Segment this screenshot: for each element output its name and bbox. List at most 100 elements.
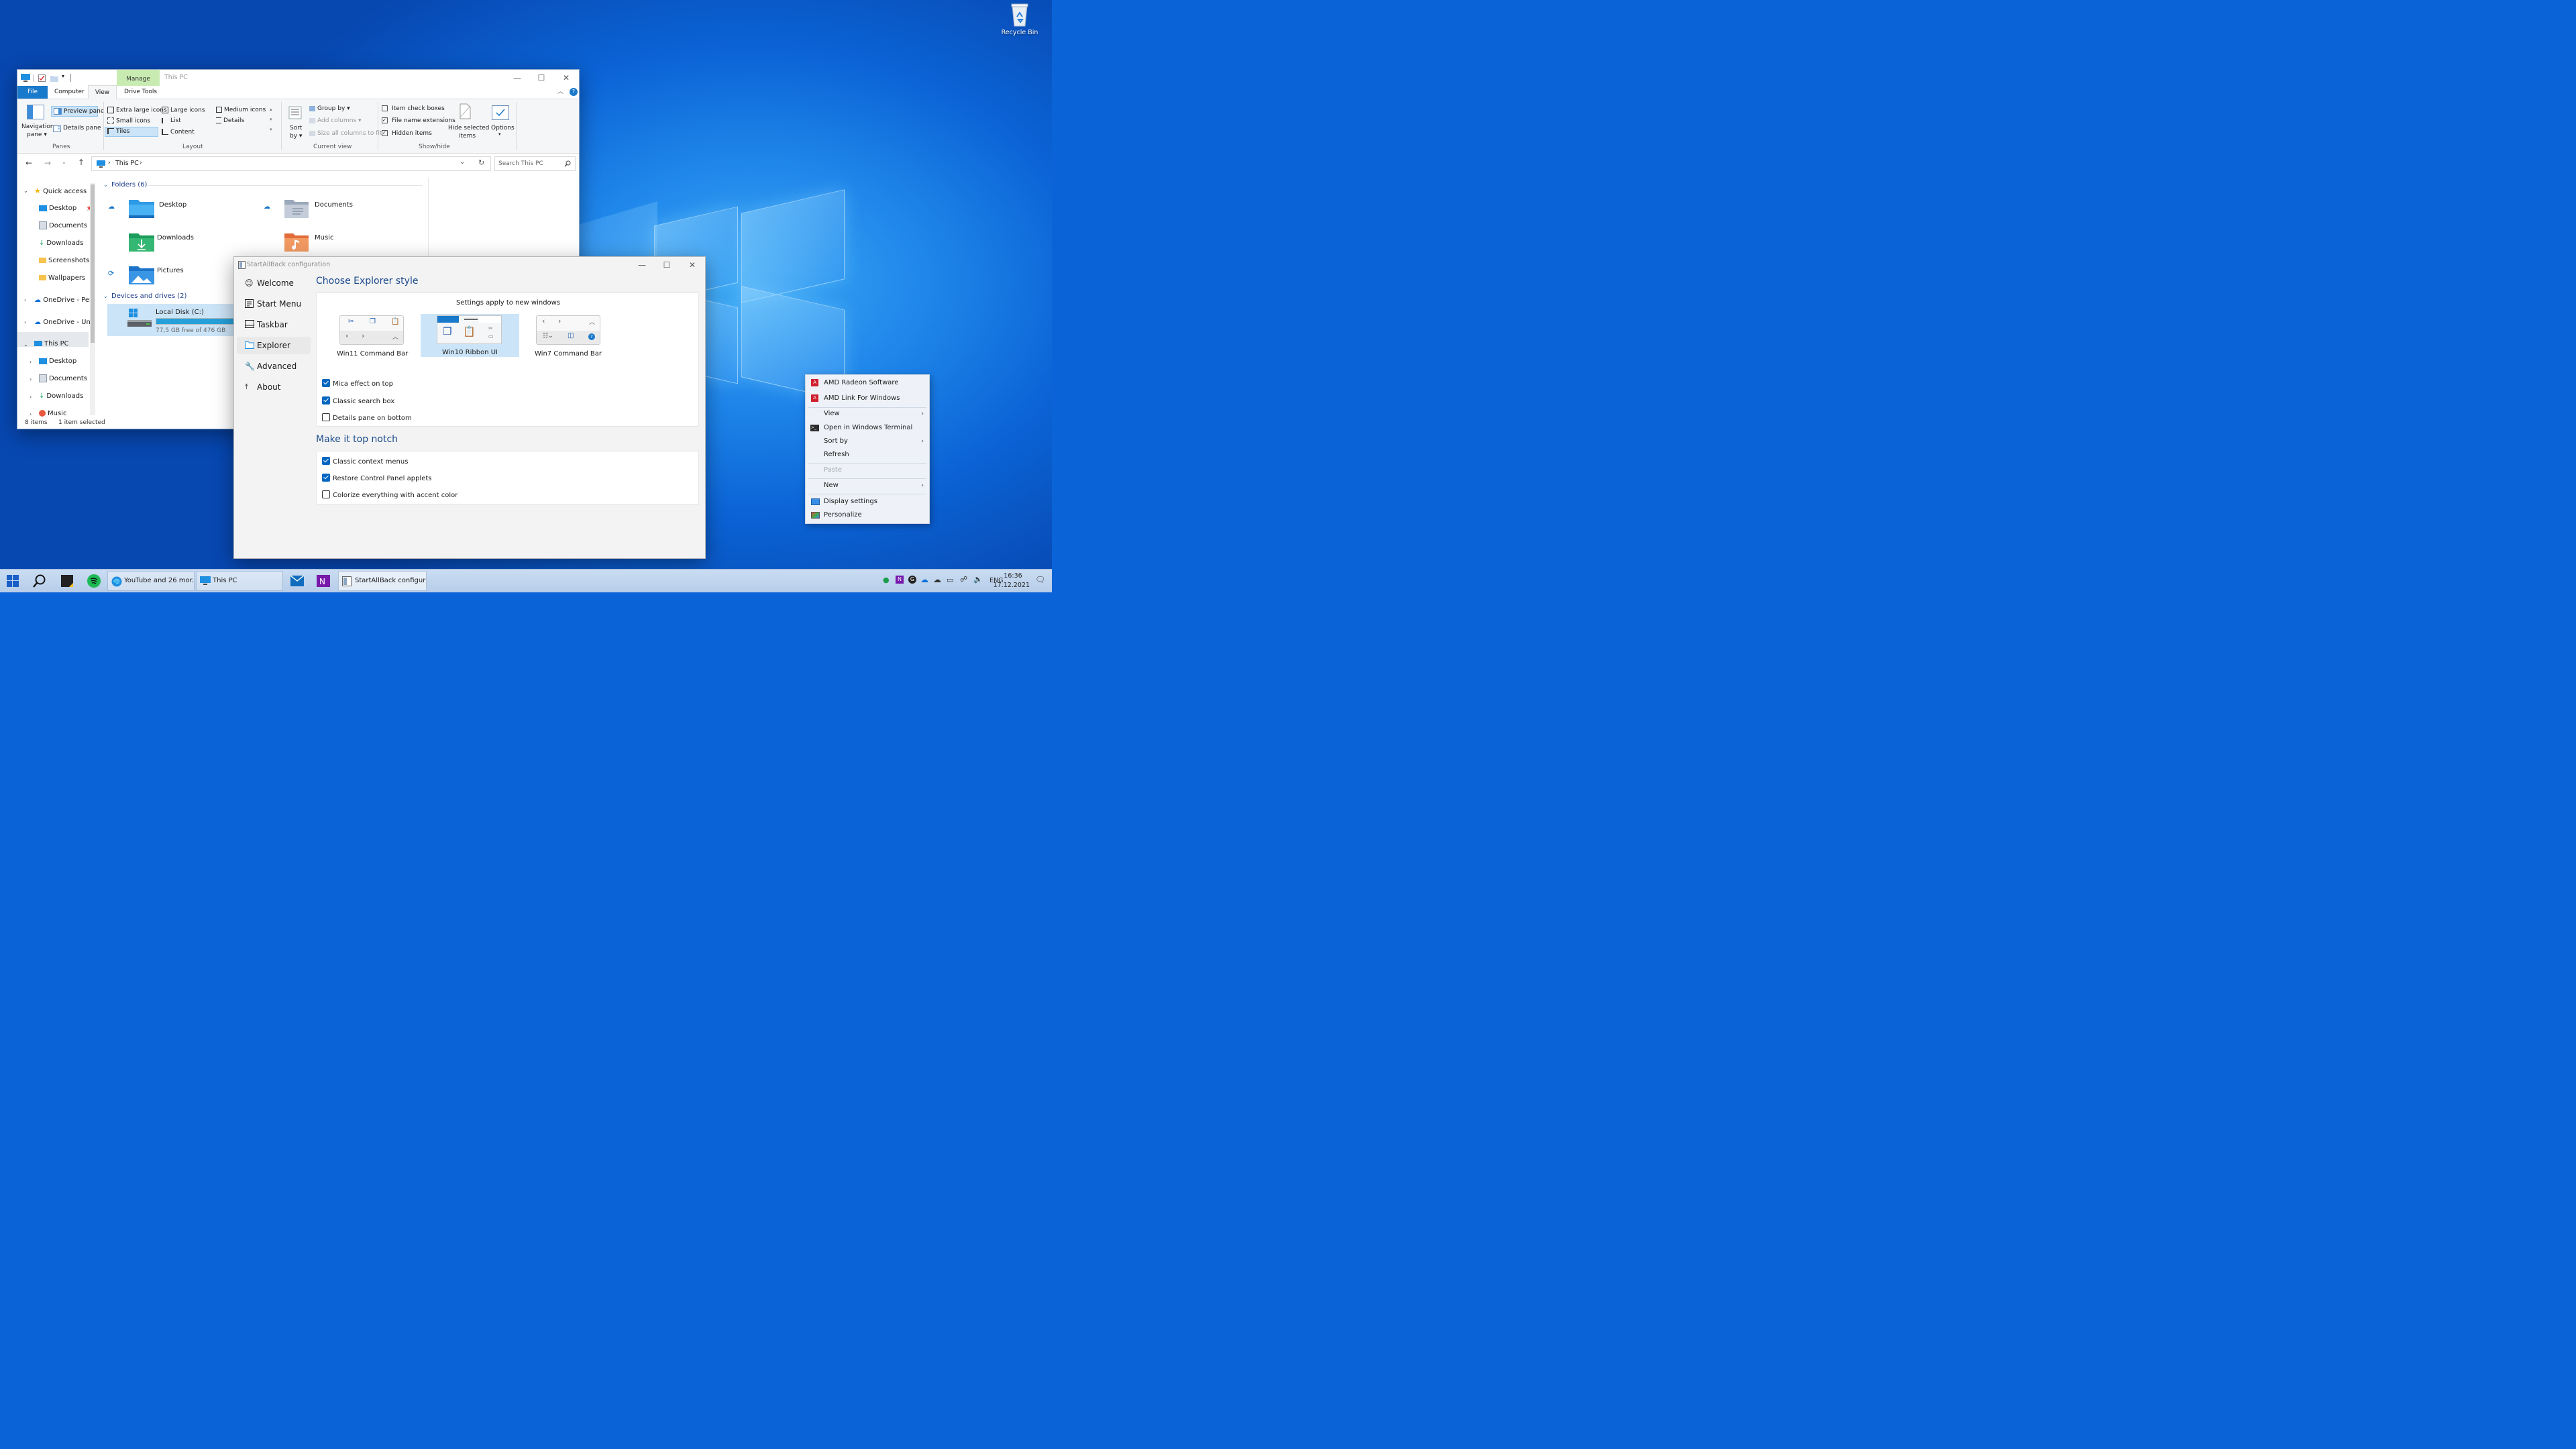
quick-access-toolbar-dropdown[interactable]: ▾ xyxy=(62,73,64,79)
folders-collapse-icon[interactable]: ⌄ xyxy=(103,182,108,188)
breadcrumb-this-pc[interactable]: This PC xyxy=(115,160,139,167)
nav-taskbar[interactable]: Taskbar xyxy=(237,316,311,333)
expand-chevron-icon[interactable]: ⌄ xyxy=(23,188,28,194)
group-by-button[interactable]: Group by ▾ xyxy=(309,105,350,112)
menu-amd-radeon[interactable]: A AMD Radeon Software xyxy=(806,376,929,390)
tray-onedrive-icon[interactable]: ☁ xyxy=(920,575,928,584)
option-classic-context-menus[interactable]: Classic context menus xyxy=(322,457,408,466)
refresh-icon[interactable]: ↻ xyxy=(478,158,484,167)
recycle-bin-shortcut[interactable]: Recycle Bin xyxy=(996,2,1043,36)
layout-list[interactable]: List xyxy=(162,117,181,124)
nav-pane-scrollbar[interactable] xyxy=(90,183,95,415)
checkbox-unchecked-icon[interactable] xyxy=(322,413,330,421)
folders-group-header[interactable]: Folders (6) xyxy=(111,181,147,189)
new-folder-icon[interactable] xyxy=(50,75,58,82)
nav-pc-downloads[interactable]: ↓ Downloads xyxy=(39,390,83,403)
documents-folder-icon[interactable] xyxy=(284,198,309,218)
desktop-folder-icon[interactable] xyxy=(129,198,154,218)
folder-downloads-label[interactable]: Downloads xyxy=(157,234,194,241)
tab-file[interactable]: File xyxy=(17,86,48,99)
nav-about[interactable]: ⤒ About xyxy=(237,378,311,396)
folder-pictures-label[interactable]: Pictures xyxy=(157,267,184,274)
nav-pc-documents[interactable]: Documents xyxy=(39,372,87,386)
taskbar-task-explorer[interactable]: This PC xyxy=(196,571,283,591)
nav-advanced[interactable]: 🔧 Advanced xyxy=(237,358,311,375)
layout-medium-icons[interactable]: Medium icons xyxy=(216,107,266,113)
minimize-button[interactable]: — xyxy=(504,70,530,86)
layout-tiles[interactable]: Tiles xyxy=(105,127,158,137)
menu-personalize[interactable]: Personalize xyxy=(806,508,929,523)
nav-start-menu[interactable]: Start Menu xyxy=(237,295,311,313)
collapse-chevron-icon[interactable]: ⌄ xyxy=(23,341,28,347)
nav-quick-wallpapers[interactable]: Wallpapers xyxy=(39,272,85,285)
folder-documents-label[interactable]: Documents xyxy=(315,201,353,209)
options-icon[interactable] xyxy=(492,105,509,120)
nav-pc-desktop[interactable]: Desktop xyxy=(39,355,76,368)
notification-icon[interactable]: 🗨 xyxy=(1035,575,1045,584)
layout-large-icons[interactable]: Large icons xyxy=(162,107,205,114)
menu-new[interactable]: New › xyxy=(806,478,929,493)
menu-display-settings[interactable]: Display settings xyxy=(806,494,929,509)
address-bar[interactable]: › This PC › ⌄ ↻ xyxy=(91,156,491,171)
add-columns-button[interactable]: Add columns ▾ xyxy=(309,117,362,124)
breadcrumb-chevron-icon[interactable]: › xyxy=(140,160,142,166)
nav-explorer[interactable]: Explorer xyxy=(237,337,311,354)
checkbox-unchecked-icon[interactable] xyxy=(322,490,330,498)
manage-tab[interactable]: Manage xyxy=(117,70,160,86)
tray-network-icon[interactable]: ☍ xyxy=(960,575,967,584)
file-name-extensions-toggle[interactable]: ✓ File name extensions xyxy=(382,117,455,124)
checkbox-checked-icon[interactable] xyxy=(322,379,330,387)
preview-pane-button[interactable]: Preview pane xyxy=(51,106,104,117)
search-icon[interactable] xyxy=(564,160,571,167)
option-colorize-accent[interactable]: Colorize everything with accent color xyxy=(322,490,458,499)
checkbox-checked-icon[interactable] xyxy=(322,474,330,482)
properties-icon[interactable] xyxy=(38,74,46,82)
onenote-icon[interactable]: N xyxy=(317,575,330,594)
spotify-icon[interactable] xyxy=(87,574,101,593)
help-icon[interactable]: ? xyxy=(570,88,578,96)
option-classic-search-box[interactable]: Classic search box xyxy=(322,396,394,405)
nav-this-pc[interactable]: This PC xyxy=(34,337,69,351)
menu-paste[interactable]: Paste xyxy=(806,463,929,478)
tray-clock[interactable]: 16:36 17.12.2021 xyxy=(991,572,1030,590)
nav-pc-music[interactable]: Music xyxy=(39,407,66,419)
item-check-boxes-toggle[interactable]: Item check boxes xyxy=(382,105,445,112)
music-folder-icon[interactable] xyxy=(284,231,309,252)
close-button[interactable]: ✕ xyxy=(553,70,579,86)
minimize-button[interactable]: — xyxy=(629,257,655,273)
style-win10-ribbon[interactable]: ❐ 📋 ✂ ▭ Win10 Ribbon UI xyxy=(421,314,519,357)
folder-desktop-label[interactable]: Desktop xyxy=(159,201,186,209)
expand-chevron-icon[interactable]: › xyxy=(30,359,32,365)
expand-chevron-icon[interactable]: › xyxy=(30,411,32,417)
layout-scroll[interactable]: ▴ ▾ ▾ xyxy=(270,105,272,135)
address-dropdown-icon[interactable]: ⌄ xyxy=(460,158,465,166)
tab-drive-tools[interactable]: Drive Tools xyxy=(124,86,157,99)
tray-battery-icon[interactable]: ▭ xyxy=(947,576,953,584)
close-button[interactable]: ✕ xyxy=(680,257,705,273)
style-win7-command-bar[interactable]: ‹ › ︿ ☷⌄ ◫ ? Win7 Command Bar xyxy=(533,315,603,358)
options-dropdown[interactable]: ▾ xyxy=(498,131,501,137)
sticky-notes-icon[interactable] xyxy=(61,575,73,594)
layout-content[interactable]: Content xyxy=(162,129,195,136)
collapse-ribbon-icon[interactable]: ︿ xyxy=(557,87,564,95)
downloads-folder-icon[interactable] xyxy=(129,231,154,252)
nav-welcome[interactable]: ☺ Welcome xyxy=(237,274,311,292)
nav-quick-downloads[interactable]: ↓ Downloads xyxy=(39,237,83,250)
up-arrow-icon[interactable]: ↑ xyxy=(78,158,85,167)
navigation-pane-icon[interactable] xyxy=(27,105,44,119)
layout-small-icons[interactable]: Small icons xyxy=(107,117,150,125)
expand-chevron-icon[interactable]: › xyxy=(30,394,32,400)
menu-view[interactable]: View › xyxy=(806,407,929,421)
nav-quick-access[interactable]: ★ Quick access xyxy=(34,184,87,198)
menu-refresh[interactable]: Refresh xyxy=(806,447,929,462)
devices-group-header[interactable]: Devices and drives (2) xyxy=(111,292,186,300)
menu-amd-link[interactable]: A AMD Link For Windows xyxy=(806,391,929,406)
size-all-columns-button[interactable]: Size all columns to fit xyxy=(309,130,382,137)
hidden-items-toggle[interactable]: ✓ Hidden items xyxy=(382,130,432,137)
tray-cloud-icon[interactable]: ☁ xyxy=(933,575,941,584)
search-icon[interactable] xyxy=(33,574,46,593)
expand-chevron-icon[interactable]: › xyxy=(30,376,32,382)
checkbox-checked-icon[interactable] xyxy=(322,457,330,465)
nav-onedrive-personal[interactable]: ☁ OneDrive - Per: xyxy=(34,294,94,307)
tab-view[interactable]: View xyxy=(88,85,117,99)
